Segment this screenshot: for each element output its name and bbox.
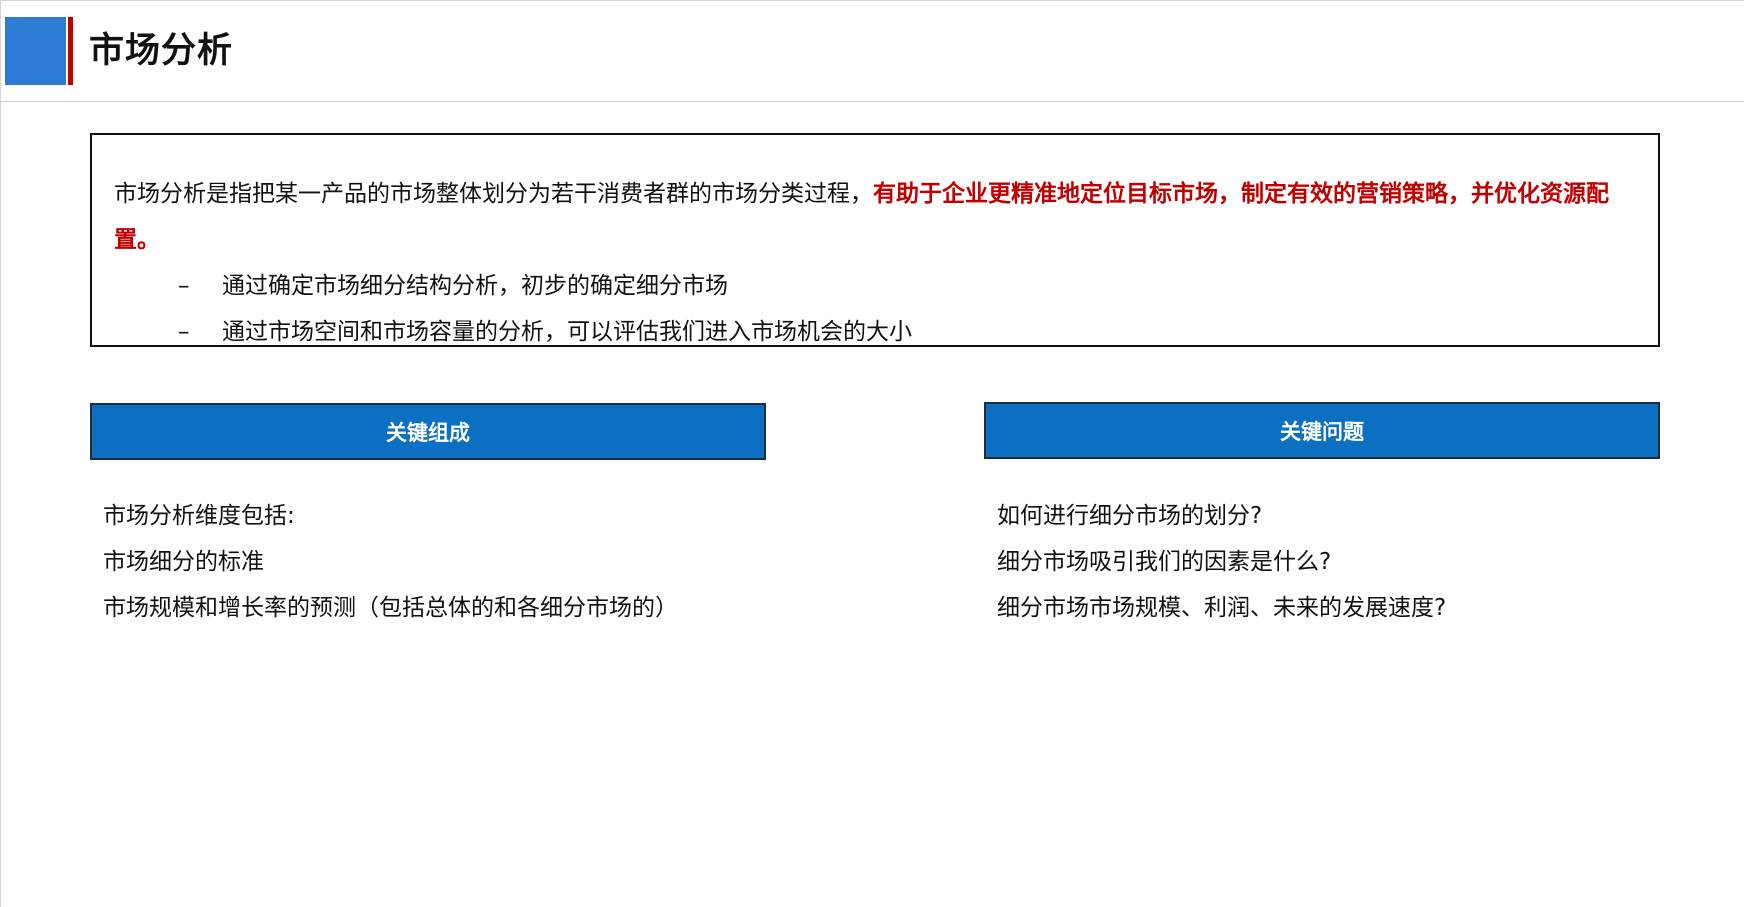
list-item: 市场细分的标准 — [103, 549, 264, 575]
summary-box: 市场分析是指把某一产品的市场整体划分为若干消费者群的市场分类过程，有助于企业更精… — [90, 133, 1660, 347]
list-item: 细分市场市场规模、利润、未来的发展速度? — [997, 595, 1447, 621]
title-accent-red-stripe — [68, 17, 73, 85]
list-item: 如何进行细分市场的划分? — [997, 503, 1263, 529]
slide: 市场分析 市场分析是指把某一产品的市场整体划分为若干消费者群的市场分类过程，有助… — [0, 0, 1744, 907]
list-item: 市场规模和增长率的预测（包括总体的和各细分市场的） — [103, 595, 678, 621]
list-item: 市场分析维度包括: — [103, 503, 295, 529]
bullet-text: 通过市场空间和市场容量的分析，可以评估我们进入市场机会的大小 — [222, 319, 912, 345]
key-components-list: 市场分析维度包括: 市场细分的标准 市场规模和增长率的预测（包括总体的和各细分市… — [103, 493, 678, 631]
bullet-dash: – — [178, 319, 190, 345]
title-bar: 市场分析 — [1, 1, 1744, 102]
summary-plain-text: 市场分析是指把某一产品的市场整体划分为若干消费者群的市场分类过程， — [114, 181, 873, 207]
bullet-dash: – — [178, 273, 190, 299]
key-questions-list: 如何进行细分市场的划分? 细分市场吸引我们的因素是什么? 细分市场市场规模、利润… — [997, 493, 1446, 631]
summary-paragraph: 市场分析是指把某一产品的市场整体划分为若干消费者群的市场分类过程，有助于企业更精… — [114, 171, 1644, 263]
bullet-text: 通过确定市场细分结构分析，初步的确定细分市场 — [222, 273, 728, 299]
page-title: 市场分析 — [89, 31, 234, 71]
summary-bullet: – 通过确定市场细分结构分析，初步的确定细分市场 — [178, 263, 728, 309]
section-header-key-components: 关键组成 — [90, 403, 766, 460]
list-item: 细分市场吸引我们的因素是什么? — [997, 549, 1332, 575]
summary-bullet: – 通过市场空间和市场容量的分析，可以评估我们进入市场机会的大小 — [178, 309, 912, 345]
section-header-key-questions: 关键问题 — [984, 402, 1660, 459]
title-accent-blue-block — [5, 17, 66, 85]
